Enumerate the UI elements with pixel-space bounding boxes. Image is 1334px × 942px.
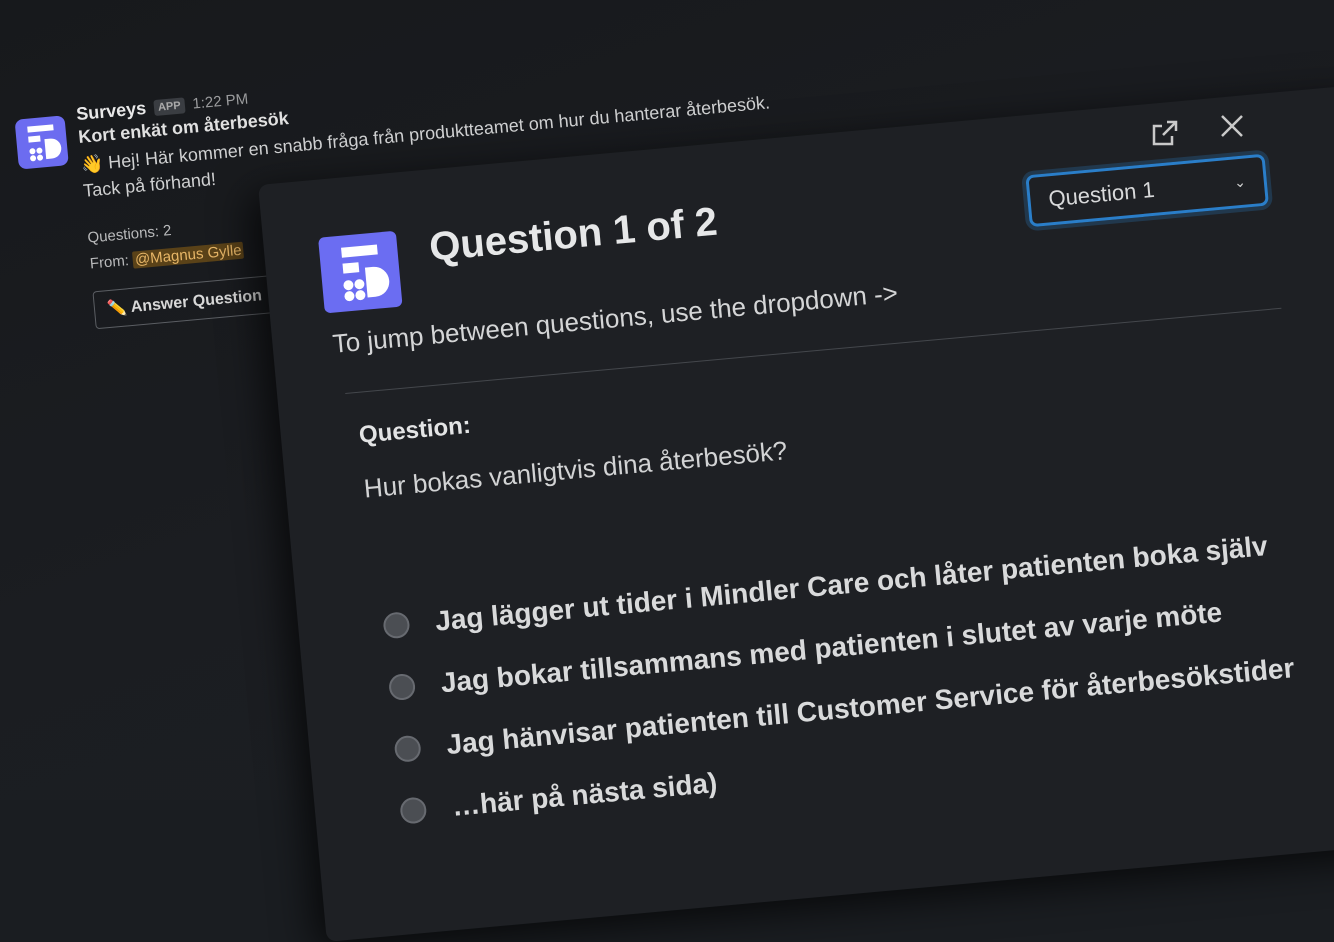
from-label: From:	[89, 252, 130, 273]
chevron-down-icon: ⌄	[1233, 172, 1247, 190]
surveys-app-avatar[interactable]	[14, 115, 69, 170]
radio-button[interactable]	[382, 611, 411, 640]
question-select-value: Question 1	[1047, 176, 1156, 212]
survey-modal: Question 1 of 2 Question 1 ⌄ To jump bet…	[258, 83, 1334, 942]
modal-instructions: To jump between questions, use the dropd…	[331, 277, 900, 359]
message-time[interactable]: 1:22 PM	[192, 91, 249, 113]
user-mention[interactable]: @Magnus Gylle	[132, 241, 245, 269]
surveys-logo	[318, 230, 403, 314]
radio-button[interactable]	[393, 734, 422, 763]
answer-options: Jag lägger ut tider i Mindler Care och l…	[381, 514, 1303, 843]
question-text: Hur bokas vanligtvis dina återbesök?	[362, 435, 789, 504]
app-badge: APP	[153, 96, 186, 116]
question-select[interactable]: Question 1 ⌄	[1025, 153, 1270, 228]
close-icon[interactable]	[1218, 112, 1246, 148]
open-in-new-window-icon[interactable]	[1150, 118, 1180, 156]
radio-button[interactable]	[399, 796, 428, 825]
modal-title: Question 1 of 2	[427, 199, 720, 270]
question-label: Question:	[357, 411, 472, 449]
option-label: …här på nästa sida)	[450, 766, 719, 822]
radio-button[interactable]	[387, 672, 417, 702]
